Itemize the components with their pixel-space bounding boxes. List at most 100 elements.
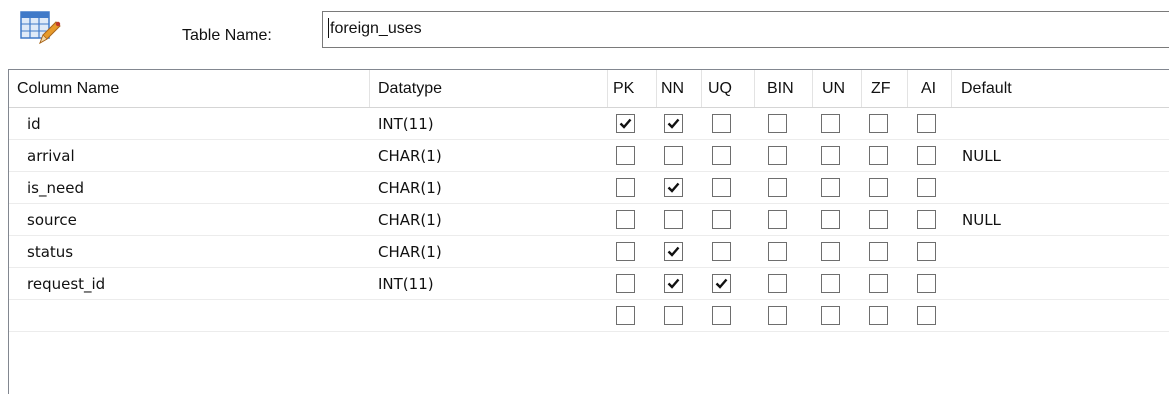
checkbox-uq[interactable]	[712, 114, 731, 133]
checkbox-pk[interactable]	[616, 178, 635, 197]
checkbox-un[interactable]	[821, 114, 840, 133]
header-separator	[656, 70, 657, 107]
checkbox-bin[interactable]	[768, 178, 787, 197]
checkbox-zf[interactable]	[869, 178, 888, 197]
checkbox-un[interactable]	[821, 210, 840, 229]
checkbox-un[interactable]	[821, 274, 840, 293]
check-icon	[667, 118, 680, 129]
checkbox-uq[interactable]	[712, 242, 731, 261]
header-zf[interactable]: ZF	[871, 70, 891, 107]
text-caret	[328, 18, 329, 38]
table-row[interactable]: is_need CHAR(1)	[9, 172, 1169, 204]
checkbox-nn[interactable]	[664, 306, 683, 325]
checkbox-pk[interactable]	[616, 146, 635, 165]
check-icon	[715, 278, 728, 289]
table-name-value: foreign_uses	[330, 20, 422, 37]
checkbox-zf[interactable]	[869, 114, 888, 133]
header-datatype[interactable]: Datatype	[378, 70, 442, 107]
cell-datatype[interactable]: CHAR(1)	[378, 236, 442, 268]
checkbox-ai[interactable]	[917, 178, 936, 197]
cell-default[interactable]: NULL	[962, 204, 1001, 236]
checkbox-ai[interactable]	[917, 274, 936, 293]
header-column-name[interactable]: Column Name	[17, 70, 119, 107]
checkbox-bin[interactable]	[768, 274, 787, 293]
cell-datatype[interactable]: CHAR(1)	[378, 140, 442, 172]
checkbox-ai[interactable]	[917, 242, 936, 261]
grid-header: Column Name Datatype PK NN UQ BIN UN ZF …	[9, 70, 1169, 108]
checkbox-zf[interactable]	[869, 274, 888, 293]
columns-grid[interactable]: Column Name Datatype PK NN UQ BIN UN ZF …	[8, 69, 1169, 394]
table-editor: Table Name: foreign_uses Column Name Dat…	[0, 0, 1169, 394]
checkbox-zf[interactable]	[869, 146, 888, 165]
cell-column-name[interactable]: status	[27, 236, 73, 268]
checkbox-zf[interactable]	[869, 210, 888, 229]
table-row[interactable]	[9, 300, 1169, 332]
header-default[interactable]: Default	[961, 70, 1012, 107]
cell-column-name[interactable]: is_need	[27, 172, 84, 204]
checkbox-bin[interactable]	[768, 114, 787, 133]
header-separator	[861, 70, 862, 107]
header-separator	[951, 70, 952, 107]
check-icon	[619, 118, 632, 129]
checkbox-zf[interactable]	[869, 306, 888, 325]
checkbox-pk[interactable]	[616, 114, 635, 133]
checkbox-ai[interactable]	[917, 146, 936, 165]
checkbox-un[interactable]	[821, 178, 840, 197]
cell-default[interactable]: NULL	[962, 140, 1001, 172]
table-row[interactable]: status CHAR(1)	[9, 236, 1169, 268]
header-separator	[754, 70, 755, 107]
checkbox-uq[interactable]	[712, 274, 731, 293]
table-name-label: Table Name:	[182, 27, 272, 44]
checkbox-un[interactable]	[821, 242, 840, 261]
header-separator	[812, 70, 813, 107]
header-un[interactable]: UN	[822, 70, 845, 107]
header-bin[interactable]: BIN	[767, 70, 794, 107]
cell-datatype[interactable]: INT(11)	[378, 268, 434, 300]
checkbox-bin[interactable]	[768, 146, 787, 165]
cell-column-name[interactable]: id	[27, 108, 41, 140]
cell-datatype[interactable]: CHAR(1)	[378, 204, 442, 236]
checkbox-nn[interactable]	[664, 210, 683, 229]
checkbox-uq[interactable]	[712, 146, 731, 165]
checkbox-pk[interactable]	[616, 306, 635, 325]
check-icon	[667, 182, 680, 193]
checkbox-ai[interactable]	[917, 306, 936, 325]
checkbox-uq[interactable]	[712, 210, 731, 229]
header-nn[interactable]: NN	[661, 70, 684, 107]
checkbox-un[interactable]	[821, 146, 840, 165]
checkbox-nn[interactable]	[664, 178, 683, 197]
checkbox-uq[interactable]	[712, 306, 731, 325]
checkbox-un[interactable]	[821, 306, 840, 325]
header-separator	[701, 70, 702, 107]
table-name-input[interactable]: foreign_uses	[322, 11, 1169, 48]
checkbox-uq[interactable]	[712, 178, 731, 197]
checkbox-nn[interactable]	[664, 274, 683, 293]
header-uq[interactable]: UQ	[708, 70, 732, 107]
cell-column-name[interactable]: request_id	[27, 268, 105, 300]
checkbox-nn[interactable]	[664, 146, 683, 165]
checkbox-pk[interactable]	[616, 210, 635, 229]
checkbox-bin[interactable]	[768, 306, 787, 325]
table-row[interactable]: arrival CHAR(1) NULL	[9, 140, 1169, 172]
table-row[interactable]: id INT(11)	[9, 108, 1169, 140]
header-ai[interactable]: AI	[921, 70, 936, 107]
checkbox-ai[interactable]	[917, 210, 936, 229]
cell-column-name[interactable]: source	[27, 204, 77, 236]
cell-datatype[interactable]: INT(11)	[378, 108, 434, 140]
checkbox-ai[interactable]	[917, 114, 936, 133]
check-icon	[667, 278, 680, 289]
table-row[interactable]: source CHAR(1) NULL	[9, 204, 1169, 236]
cell-datatype[interactable]: CHAR(1)	[378, 172, 442, 204]
checkbox-nn[interactable]	[664, 242, 683, 261]
checkbox-pk[interactable]	[616, 242, 635, 261]
checkbox-pk[interactable]	[616, 274, 635, 293]
checkbox-bin[interactable]	[768, 210, 787, 229]
header-separator	[907, 70, 908, 107]
cell-column-name[interactable]: arrival	[27, 140, 75, 172]
table-edit-icon	[20, 10, 62, 46]
checkbox-zf[interactable]	[869, 242, 888, 261]
checkbox-nn[interactable]	[664, 114, 683, 133]
checkbox-bin[interactable]	[768, 242, 787, 261]
header-pk[interactable]: PK	[613, 70, 634, 107]
table-row[interactable]: request_id INT(11)	[9, 268, 1169, 300]
